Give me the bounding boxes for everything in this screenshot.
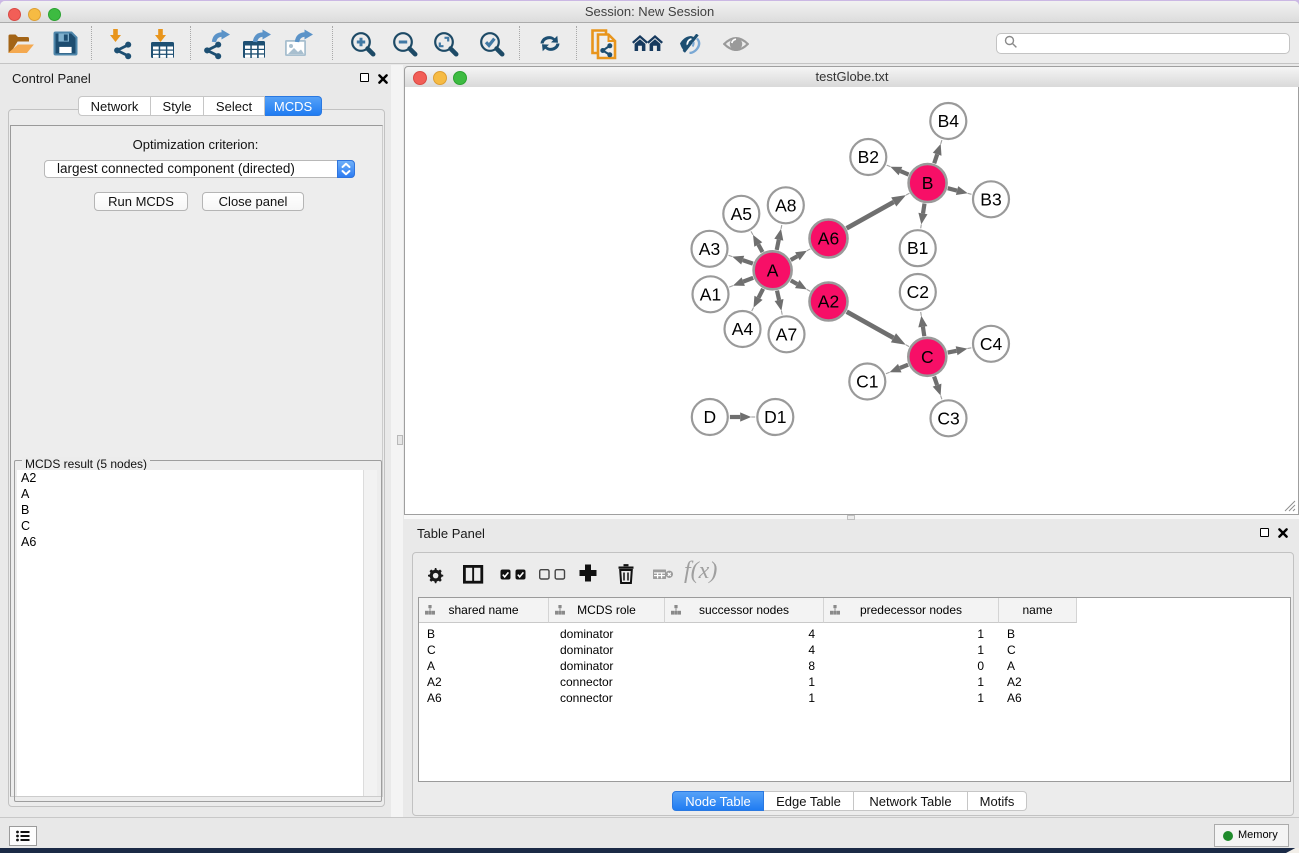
svg-text:A1: A1 [700,284,721,304]
svg-text:C3: C3 [937,408,959,428]
svg-text:A5: A5 [731,204,752,224]
svg-text:A2: A2 [818,292,839,312]
svg-text:C2: C2 [907,282,929,302]
svg-text:B2: B2 [858,147,879,167]
svg-text:C: C [921,347,934,367]
svg-text:B: B [922,173,934,193]
svg-text:B3: B3 [980,189,1001,209]
svg-text:C1: C1 [856,372,878,392]
svg-text:A6: A6 [818,229,839,249]
svg-text:D: D [703,407,716,427]
svg-text:A7: A7 [776,324,797,344]
svg-text:C4: C4 [980,334,1003,354]
svg-text:D1: D1 [764,407,786,427]
svg-text:A4: A4 [732,319,754,339]
svg-text:B1: B1 [907,238,928,258]
svg-text:A3: A3 [699,239,720,259]
svg-text:A: A [767,260,779,280]
svg-text:B4: B4 [938,111,960,131]
svg-text:A8: A8 [775,195,796,215]
